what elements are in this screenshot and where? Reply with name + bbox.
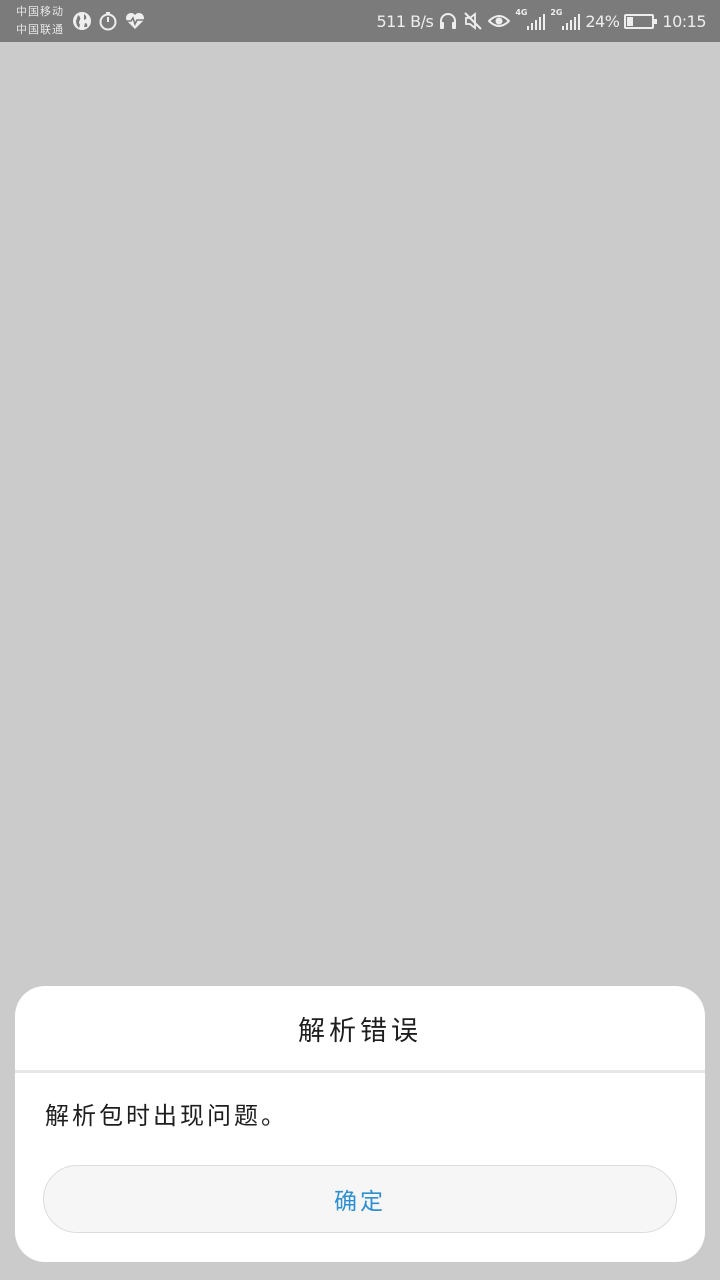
signal-2g-icon: 2G [550,8,581,30]
screen: 中国移动 中国联通 511 B/s 4G 2G 24% 10:15 解析错误 解… [0,0,720,1280]
eye-icon [488,15,511,27]
status-right: 511 B/s 4G 2G 24% 10:15 [377,0,707,42]
heart-rate-icon [126,13,144,29]
clock: 10:15 [662,11,706,31]
parse-error-dialog: 解析错误 解析包时出现问题。 确定 [15,986,705,1262]
net-speed: 511 B/s [376,11,434,31]
globe-icon [73,12,91,30]
signal-4g-label: 4G [515,8,528,17]
headset-icon [440,13,457,29]
mute-icon [464,12,483,30]
battery-icon [624,13,658,29]
carrier-labels: 中国移动 中国联通 [16,3,64,39]
stopwatch-icon [99,12,117,31]
status-left-icons [72,11,146,31]
dialog-title: 解析错误 [298,1015,422,1047]
carrier-1: 中国移动 [16,5,64,18]
battery-fill [627,16,634,26]
signal-4g-icon: 4G [515,8,546,30]
signal-2g-label: 2G [550,8,563,17]
dialog-message: 解析包时出现问题。 [45,1102,288,1130]
carrier-2: 中国联通 [16,23,64,36]
status-bar: 中国移动 中国联通 511 B/s 4G 2G 24% 10:15 [0,0,720,42]
confirm-button[interactable]: 确定 [43,1165,677,1233]
battery-percent: 24% [585,11,620,31]
divider [15,1070,705,1073]
